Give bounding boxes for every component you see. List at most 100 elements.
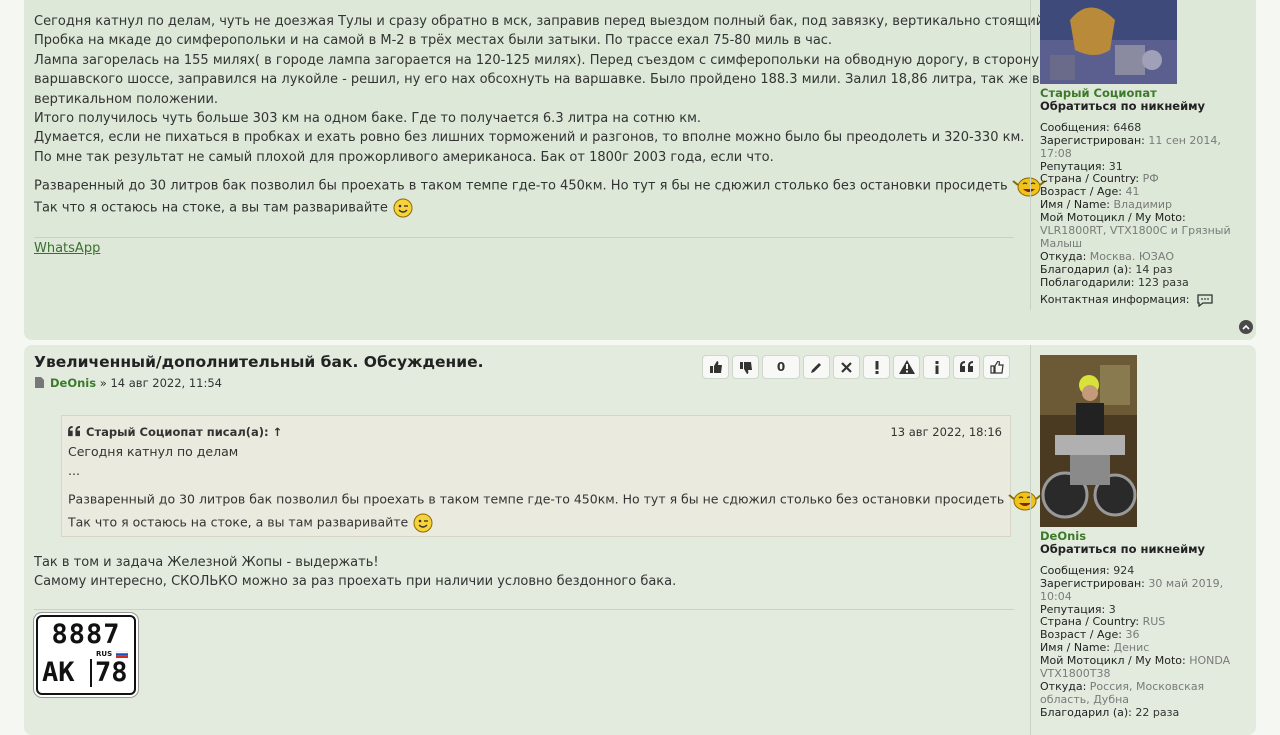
profile-field-label: Репутация:	[1040, 159, 1106, 173]
reply-line: Самому интересно, СКОЛЬКО можно за раз п…	[34, 574, 677, 590]
profile-field-value: 3	[1108, 602, 1116, 616]
quote-author[interactable]: Старый Социопат писал(а): ↑	[86, 425, 282, 439]
thumbs-up-icon	[709, 360, 722, 373]
profile-field-label: Возраст / Age:	[1040, 628, 1122, 642]
plate-letters: АК	[42, 657, 75, 688]
report-button[interactable]	[893, 355, 920, 379]
profile-field-value: 6468	[1113, 120, 1142, 134]
close-icon	[841, 361, 852, 373]
post-1-content: Сегодня катнул по делам, чуть не доезжая…	[34, 12, 1078, 219]
delete-button[interactable]	[833, 355, 860, 379]
profile-field-value: VLR1800RT, VTX1800C и Грязный Малыш	[1040, 224, 1231, 250]
profile-field-label: Благодарил (а):	[1040, 262, 1132, 276]
profile-field-value: Денис	[1113, 641, 1150, 655]
profile-field-label: Имя / Name:	[1040, 198, 1111, 212]
profile-field: Мой Мотоцикл / My Moto: HONDA VTX1800T38	[1040, 654, 1240, 681]
profile-divider	[1030, 0, 1031, 310]
quote-line: Сегодня катнул по делам	[68, 444, 239, 459]
info-icon	[935, 360, 938, 374]
profile-field-label: Мой Мотоцикл / My Moto:	[1040, 211, 1186, 225]
signature-divider	[34, 237, 1014, 238]
profile-fields: Сообщения: 924 Зарегистрирован: 30 май 20…	[1040, 564, 1240, 720]
profile-field-label: Откуда:	[1040, 249, 1087, 263]
profile-field-value: 41	[1125, 185, 1140, 199]
quote-icon	[959, 361, 973, 372]
plate-number: 8887	[51, 619, 121, 650]
username[interactable]: DeOnis	[1040, 530, 1240, 543]
like-count: 0	[762, 355, 800, 379]
profile-fields: Сообщения: 6468 Зарегистрирован: 11 сен 2…	[1040, 120, 1240, 290]
profile-field-label: Имя / Name:	[1040, 641, 1111, 655]
post-text-line: Так что я остаюсь на стоке, а вы там раз…	[34, 197, 1014, 219]
chat-bubble-icon[interactable]	[1196, 293, 1214, 307]
quote-line: Разваренный до 30 литров бак позволил бы…	[68, 489, 1042, 511]
pencil-icon	[811, 362, 821, 373]
avatar[interactable]	[1040, 355, 1137, 527]
profile-field-value: 14 раз	[1135, 262, 1173, 276]
post-author[interactable]: DeOnis	[50, 376, 96, 390]
avatar[interactable]	[1040, 0, 1177, 84]
edit-button[interactable]	[803, 355, 830, 379]
exclamation-icon	[875, 360, 878, 374]
info-button[interactable]	[923, 355, 950, 379]
profile-field: Откуда: Россия, Московская область, Дубн…	[1040, 680, 1240, 707]
post-title[interactable]: Увеличенный/дополнительный бак. Обсужден…	[34, 353, 483, 371]
quote-text: Так что я остаюсь на стоке, а вы там раз…	[68, 514, 409, 530]
contact-info-label: Контактная информация:	[1040, 292, 1190, 306]
profile-field-label: Зарегистрирован:	[1040, 576, 1145, 590]
profile-field: Зарегистрирован: 11 сен 2014, 17:08	[1040, 133, 1240, 161]
signature-license-plate: 8887 RUS АК 78	[36, 615, 136, 695]
like-button[interactable]	[702, 355, 729, 379]
contact-nick-link[interactable]: Обратиться по никнейму	[1040, 100, 1240, 113]
post-actions: 0	[702, 355, 1010, 379]
post-2-profile: DeOnis Обратиться по никнейму Сообщения:…	[1040, 355, 1240, 720]
profile-field-label: Поблагодарили:	[1040, 275, 1135, 289]
contact-nick-link[interactable]: Обратиться по никнейму	[1040, 543, 1240, 556]
back-to-top-icon[interactable]	[1239, 320, 1253, 334]
quote-text: Разваренный до 30 литров бак позволил бы…	[68, 491, 1005, 507]
profile-field: Благодарил (а): 22 раза	[1040, 706, 1240, 720]
plate-region: 78	[95, 657, 128, 688]
post-text-line: По мне так результат не самый плохой для…	[34, 149, 774, 165]
warning-triangle-icon	[898, 360, 915, 374]
quote-button[interactable]	[953, 355, 980, 379]
post-text-line: Пробка на мкаде до симферопольки и на са…	[34, 33, 833, 49]
post-text-line: Думается, если не пихаться в пробках и е…	[34, 130, 1025, 146]
warn-button[interactable]	[863, 355, 890, 379]
post-text-line: Разваренный до 30 литров бак позволил бы…	[34, 175, 1046, 197]
profile-field-label: Мой Мотоцикл / My Moto:	[1040, 654, 1186, 668]
profile-field-label: Зарегистрирован:	[1040, 133, 1145, 147]
reply-line: Так в том и задача Железной Жопы - выдер…	[34, 555, 379, 570]
whatsapp-link[interactable]: WhatsApp	[34, 241, 100, 256]
dislike-button[interactable]	[732, 355, 759, 379]
profile-field: Мой Мотоцикл / My Moto: VLR1800RT, VTX18…	[1040, 211, 1240, 251]
profile-field-value: RUS	[1142, 615, 1166, 629]
wink-smiley-icon	[413, 513, 433, 533]
profile-field-value: 36	[1125, 628, 1140, 642]
post-date: » 14 авг 2022, 11:54	[99, 376, 222, 390]
post-text-line: Сегодня катнул по делам, чуть не доезжая…	[34, 14, 1078, 29]
quote-line: Так что я остаюсь на стоке, а вы там раз…	[68, 512, 434, 534]
profile-field-label: Сообщения:	[1040, 120, 1110, 134]
profile-field: Зарегистрирован: 30 май 2019, 10:04	[1040, 576, 1240, 604]
profile-field-value: 123 раза	[1137, 275, 1189, 289]
quote-date: 13 авг 2022, 18:16	[890, 425, 1002, 439]
post-text-line: вертикальном положении.	[34, 91, 219, 107]
profile-field-label: Возраст / Age:	[1040, 185, 1122, 199]
post-1: Сегодня катнул по делам, чуть не доезжая…	[24, 0, 1256, 340]
post-text-line: варшавского шоссе, заправился на лукойле…	[34, 72, 1040, 88]
profile-field-label: Страна / Country:	[1040, 172, 1140, 186]
profile-field-value: РФ	[1142, 172, 1159, 186]
username[interactable]: Старый Социопат	[1040, 87, 1240, 100]
post-text: Так что я остаюсь на стоке, а вы там раз…	[34, 200, 388, 216]
quote-header: Старый Социопат писал(а): ↑	[68, 425, 282, 439]
post-file-icon[interactable]	[34, 377, 44, 388]
quote-mark-icon	[68, 426, 80, 437]
reply-text: Так в том и задача Железной Жопы - выдер…	[34, 553, 676, 592]
quote-block: Старый Социопат писал(а): ↑ 13 авг 2022,…	[61, 415, 1042, 537]
contact-info: Контактная информация:	[1040, 293, 1240, 307]
thumbs-down-icon	[739, 361, 752, 374]
thanks-button[interactable]	[983, 355, 1010, 379]
profile-field-value: 31	[1108, 159, 1123, 173]
laughing-smiley-icon	[1008, 491, 1042, 511]
